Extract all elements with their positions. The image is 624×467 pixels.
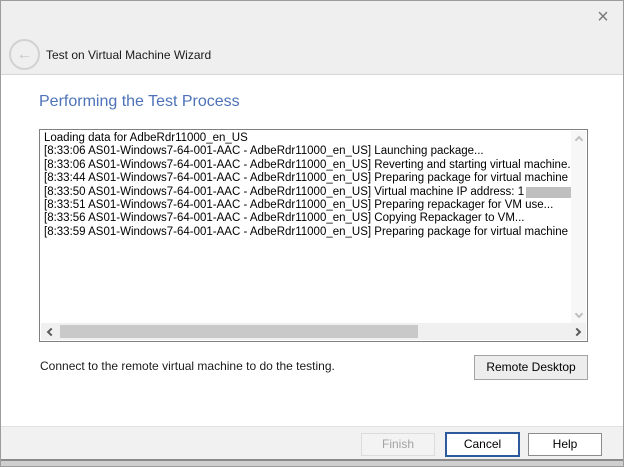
log-line-text: [8:33:50 AS01-Windows7-64-001-AAC - Adbe… — [44, 186, 524, 199]
finish-button[interactable]: Finish — [361, 433, 435, 456]
back-arrow-icon: ← — [17, 46, 33, 63]
log-line: [8:33:50 AS01-Windows7-64-001-AAC - Adbe… — [44, 186, 571, 199]
remote-desktop-button[interactable]: Remote Desktop — [474, 355, 588, 380]
log-lines: Loading data for AdbeRdr11000_en_US[8:33… — [40, 130, 571, 324]
scroll-left-button[interactable] — [43, 323, 58, 340]
log-line: [8:33:44 AS01-Windows7-64-001-AAC - Adbe… — [44, 172, 571, 185]
log-line-text: [8:33:06 AS01-Windows7-64-001-AAC - Adbe… — [44, 145, 484, 158]
chevron-right-icon — [572, 327, 580, 335]
log-line: [8:33:06 AS01-Windows7-64-001-AAC - Adbe… — [44, 159, 571, 172]
close-button[interactable]: × — [591, 5, 615, 29]
window-title: Test on Virtual Machine Wizard — [46, 48, 211, 62]
back-button[interactable]: ← — [9, 39, 40, 70]
wizard-header: ← Test on Virtual Machine Wizard × — [1, 1, 623, 75]
log-line-text: [8:33:56 AS01-Windows7-64-001-AAC - Adbe… — [44, 212, 525, 225]
vertical-scrollbar[interactable] — [571, 131, 586, 323]
close-icon: × — [597, 6, 609, 28]
log-line-text: [8:33:59 AS01-Windows7-64-001-AAC - Adbe… — [44, 226, 571, 239]
log-line: Loading data for AdbeRdr11000_en_US — [44, 132, 571, 145]
chevron-down-icon — [574, 310, 582, 318]
scroll-down-button[interactable] — [571, 307, 586, 321]
instruction-text: Connect to the remote virtual machine to… — [40, 359, 335, 373]
cancel-button[interactable]: Cancel — [445, 432, 520, 457]
log-line-text: Loading data for AdbeRdr11000_en_US — [44, 132, 248, 145]
redaction-bar — [526, 187, 571, 198]
log-list[interactable]: Loading data for AdbeRdr11000_en_US[8:33… — [39, 129, 588, 342]
horizontal-scrollbar[interactable] — [41, 323, 586, 340]
page-title: Performing the Test Process — [39, 93, 240, 111]
horizontal-scroll-thumb[interactable] — [60, 325, 418, 338]
log-line: [8:33:06 AS01-Windows7-64-001-AAC - Adbe… — [44, 145, 571, 158]
chevron-left-icon — [46, 327, 54, 335]
help-button[interactable]: Help — [528, 433, 602, 456]
log-line: [8:33:51 AS01-Windows7-64-001-AAC - Adbe… — [44, 199, 571, 212]
log-line: [8:33:56 AS01-Windows7-64-001-AAC - Adbe… — [44, 212, 571, 225]
scroll-right-button[interactable] — [569, 323, 584, 340]
window-bottom-border — [1, 459, 623, 466]
wizard-dialog: ← Test on Virtual Machine Wizard × Perfo… — [0, 0, 624, 467]
chevron-up-icon — [574, 136, 582, 144]
log-line-text: [8:33:44 AS01-Windows7-64-001-AAC - Adbe… — [44, 172, 571, 185]
log-line: [8:33:59 AS01-Windows7-64-001-AAC - Adbe… — [44, 226, 571, 239]
log-line-text: [8:33:06 AS01-Windows7-64-001-AAC - Adbe… — [44, 159, 571, 172]
scroll-up-button[interactable] — [571, 133, 586, 147]
log-line-text: [8:33:51 AS01-Windows7-64-001-AAC - Adbe… — [44, 199, 553, 212]
